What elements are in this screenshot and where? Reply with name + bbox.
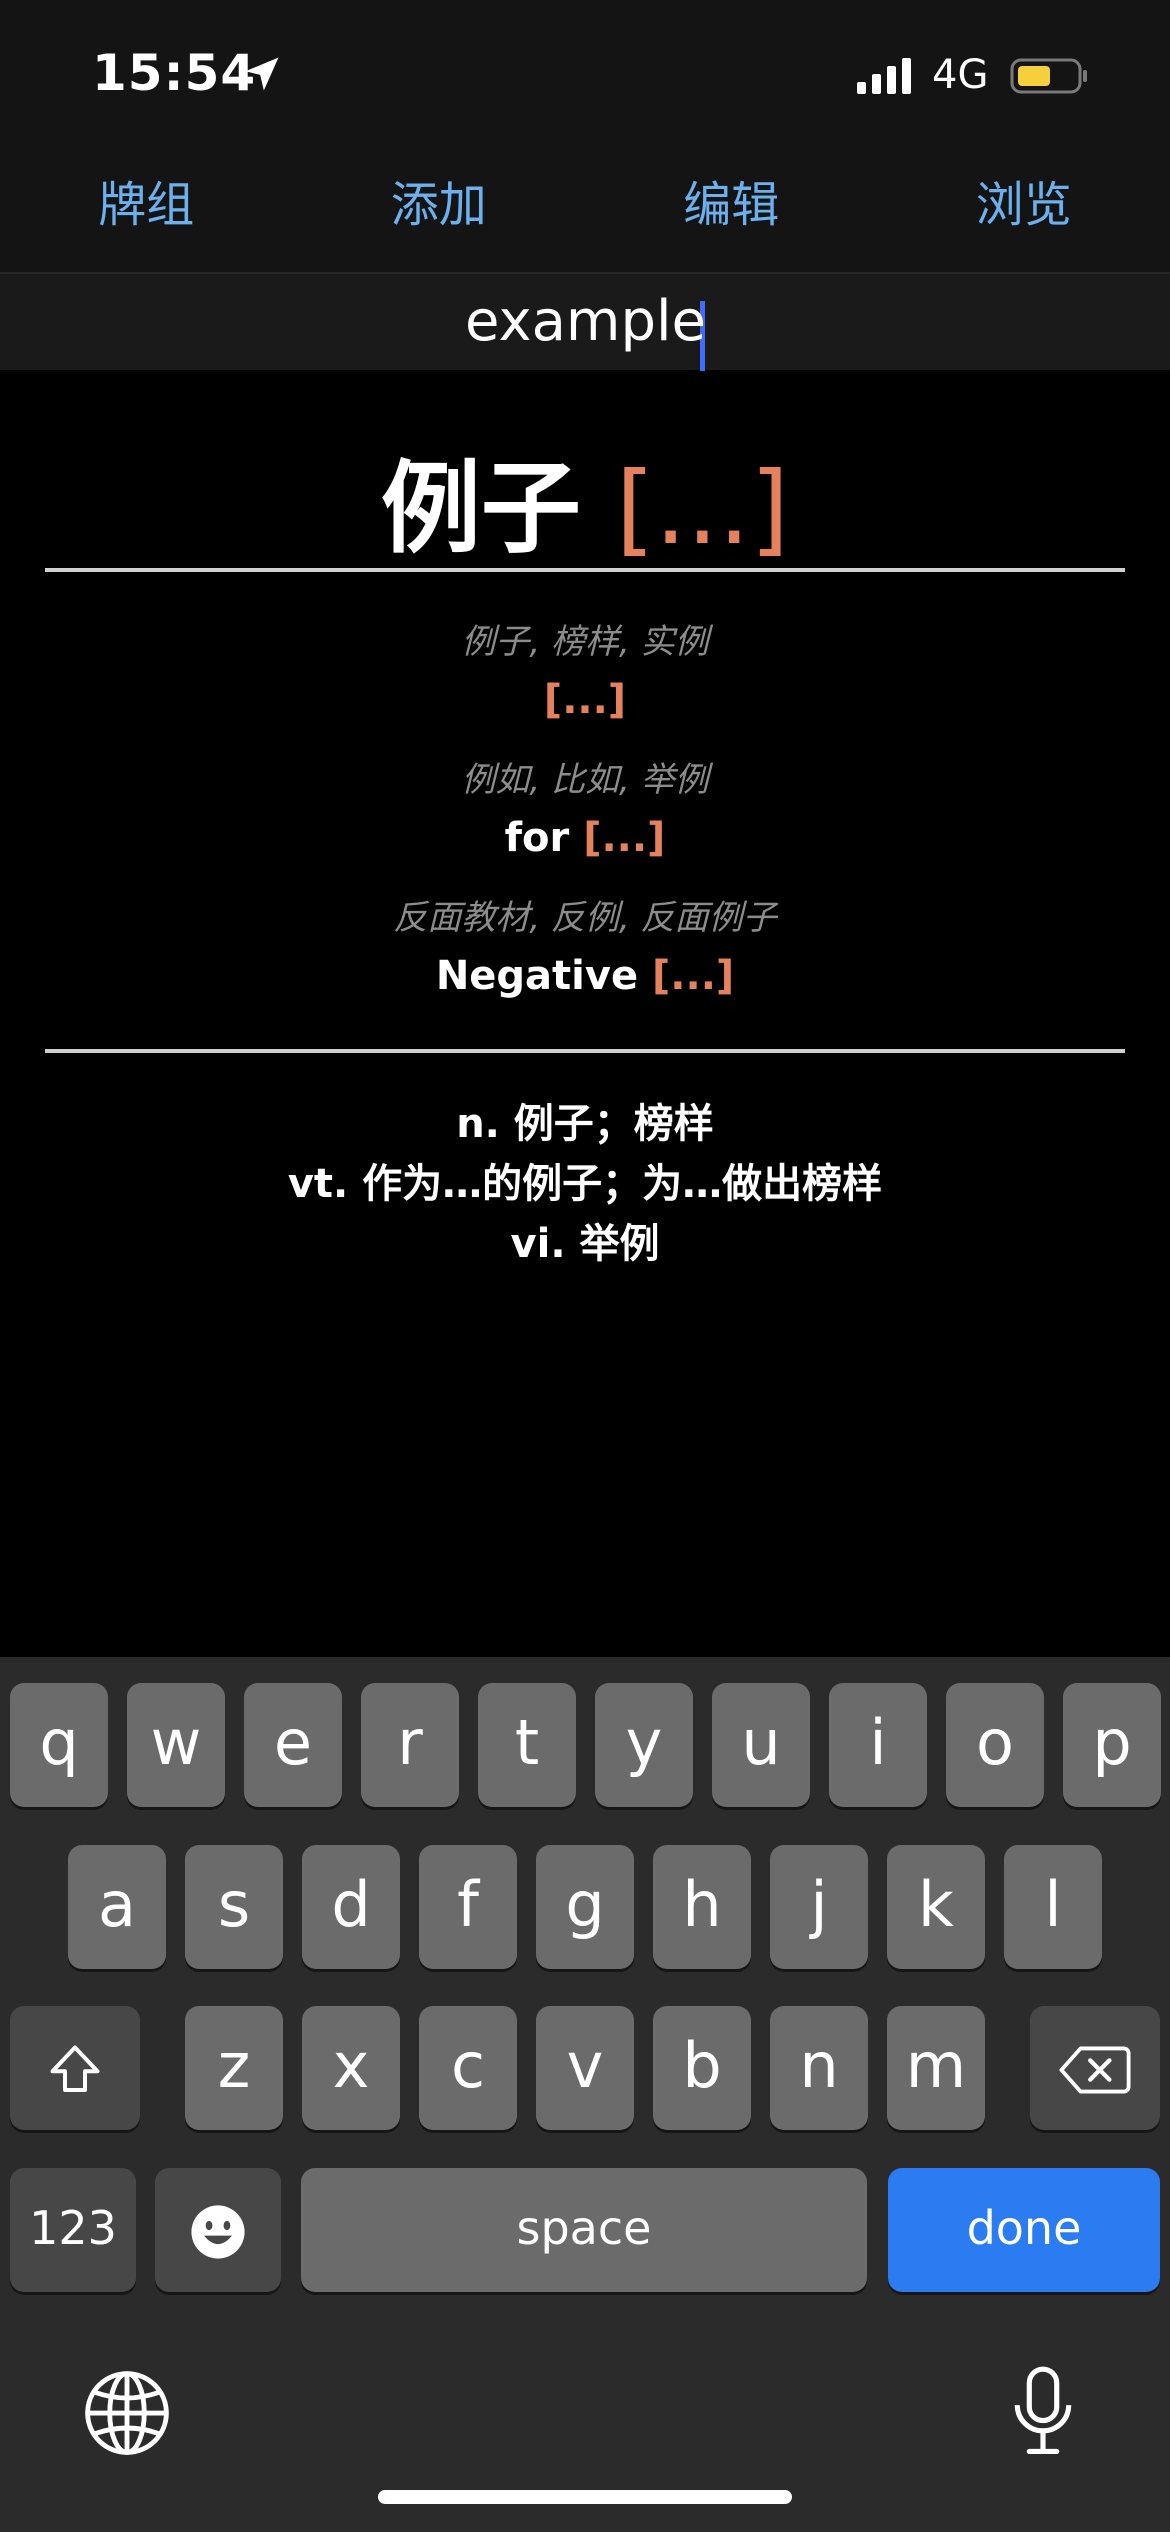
numbers-key[interactable]: 123 (10, 2168, 136, 2292)
example-2-cloze: [...] (583, 815, 666, 861)
example-3: 反面教材, 反例, 反面例子 Negative [...] (0, 890, 1170, 1006)
example-1-chinese: 例子, 榜样, 实例 (461, 622, 709, 662)
emoji-icon (191, 2205, 245, 2259)
key-s[interactable]: s (185, 1845, 283, 1969)
example-3-chinese: 反面教材, 反例, 反面例子 (393, 898, 777, 938)
nav-browse[interactable]: 浏览 (878, 150, 1170, 272)
key-w[interactable]: w (127, 1683, 225, 1807)
location-arrow-icon (245, 57, 279, 91)
key-i[interactable]: i (829, 1683, 927, 1807)
example-3-english: Negative [...] (0, 946, 1170, 1006)
search-field[interactable]: example (0, 274, 1170, 371)
key-x[interactable]: x (302, 2006, 400, 2130)
example-2: 例如, 比如, 举例 for [...] (0, 752, 1170, 868)
key-m[interactable]: m (887, 2006, 985, 2130)
backspace-icon (1059, 2046, 1131, 2094)
key-h[interactable]: h (653, 1845, 751, 1969)
divider-bottom (45, 1049, 1125, 1053)
done-key[interactable]: done (888, 2168, 1160, 2292)
key-q[interactable]: q (10, 1683, 108, 1807)
key-z[interactable]: z (185, 2006, 283, 2130)
search-field-value[interactable]: example (465, 274, 706, 370)
nav-edit[interactable]: 编辑 (585, 150, 878, 272)
key-n[interactable]: n (770, 2006, 868, 2130)
key-t[interactable]: t (478, 1683, 576, 1807)
shift-key[interactable] (10, 2006, 140, 2130)
status-time: 15:54 (92, 44, 257, 102)
status-bar: 15:54 4G (0, 0, 1170, 150)
example-2-chinese: 例如, 比如, 举例 (461, 760, 709, 800)
example-2-word: for (504, 815, 570, 861)
key-k[interactable]: k (887, 1845, 985, 1969)
example-1: 例子, 榜样, 实例 [...] (0, 614, 1170, 730)
top-nav: 牌组 添加 编辑 浏览 (0, 150, 1170, 274)
screen: 15:54 4G 牌组 添加 编辑 浏览 example 例子 [...] 例子… (0, 0, 1170, 2532)
key-a[interactable]: a (68, 1845, 166, 1969)
emoji-key[interactable] (155, 2168, 281, 2292)
signal-bars-icon (857, 58, 911, 94)
key-u[interactable]: u (712, 1683, 810, 1807)
definition-noun: n. 例子；榜样 (456, 1101, 714, 1147)
key-l[interactable]: l (1004, 1845, 1102, 1969)
home-indicator[interactable] (378, 2490, 792, 2504)
example-2-english: for [...] (0, 808, 1170, 868)
definition-intransitive-verb: vi. 举例 (510, 1221, 660, 1267)
key-d[interactable]: d (302, 1845, 400, 1969)
card-headword: 例子 [...] (0, 427, 1170, 572)
key-y[interactable]: y (595, 1683, 693, 1807)
key-c[interactable]: c (419, 2006, 517, 2130)
key-j[interactable]: j (770, 1845, 868, 1969)
key-o[interactable]: o (946, 1683, 1044, 1807)
network-label: 4G (932, 52, 989, 98)
key-v[interactable]: v (536, 2006, 634, 2130)
card-preview: 例子 [...] 例子, 榜样, 实例 [...] 例如, 比如, 举例 for… (0, 372, 1170, 1657)
headword-cloze: [...] (615, 450, 790, 567)
shift-icon (50, 2045, 100, 2092)
microphone-icon[interactable] (1008, 2364, 1078, 2460)
key-e[interactable]: e (244, 1683, 342, 1807)
definition-transitive-verb: vt. 作为…的例子；为…做出榜样 (287, 1161, 883, 1207)
key-r[interactable]: r (361, 1683, 459, 1807)
globe-icon[interactable] (82, 2368, 172, 2458)
example-3-cloze: [...] (652, 953, 735, 999)
divider-top (45, 568, 1125, 572)
definitions: n. 例子；榜样 vt. 作为…的例子；为…做出榜样 vi. 举例 (0, 1094, 1170, 1274)
key-b[interactable]: b (653, 2006, 751, 2130)
backspace-key[interactable] (1030, 2006, 1160, 2130)
battery-icon (1010, 58, 1087, 94)
key-g[interactable]: g (536, 1845, 634, 1969)
key-p[interactable]: p (1063, 1683, 1161, 1807)
example-1-english: [...] (0, 670, 1170, 730)
example-1-cloze: [...] (543, 677, 627, 723)
nav-decks[interactable]: 牌组 (0, 150, 293, 272)
key-f[interactable]: f (419, 1845, 517, 1969)
nav-add[interactable]: 添加 (293, 150, 586, 272)
headword-text: 例子 (380, 450, 581, 567)
example-3-word: Negative (435, 953, 639, 999)
space-key[interactable]: space (301, 2168, 867, 2292)
